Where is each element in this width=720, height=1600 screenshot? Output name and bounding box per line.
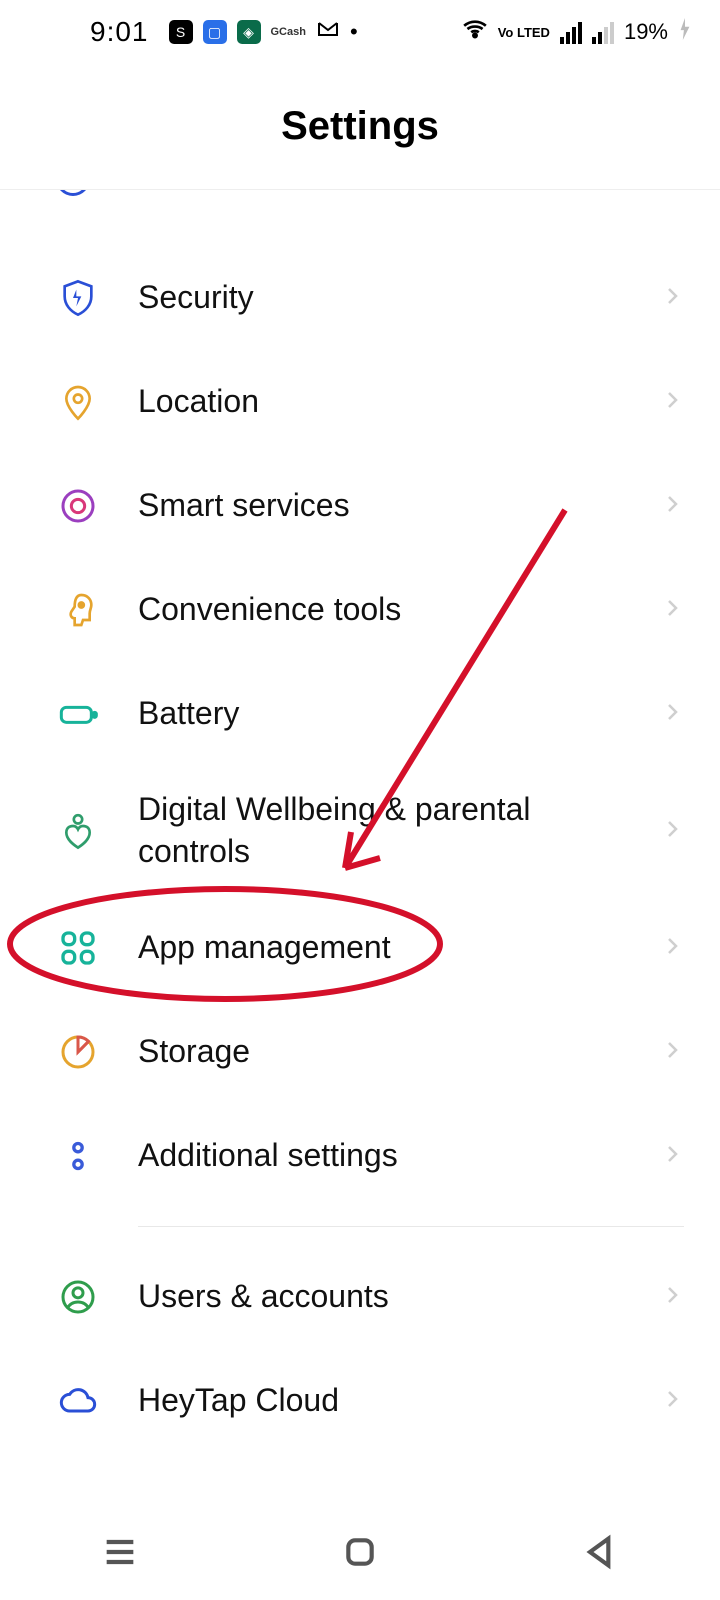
cloud-icon xyxy=(56,1379,100,1423)
status-bar: 9:01 S ▢ ◈ GCash • Vo LTED 19% xyxy=(0,0,720,64)
page-title: Settings xyxy=(281,104,439,149)
user-icon xyxy=(56,1275,100,1319)
shield-icon xyxy=(56,276,100,320)
settings-item-label: Storage xyxy=(138,1031,660,1073)
settings-item-label: Location xyxy=(138,381,660,423)
settings-item-label: Smart services xyxy=(138,485,660,527)
signal-bars-2 xyxy=(592,20,614,44)
nav-bar xyxy=(0,1508,720,1600)
settings-item-additional-settings[interactable]: Additional settings xyxy=(0,1104,720,1208)
charging-icon xyxy=(678,18,692,46)
signal-bars-1 xyxy=(560,20,582,44)
settings-item-label: Users & accounts xyxy=(138,1276,660,1318)
chevron-right-icon xyxy=(660,1142,684,1171)
app-icon-gcash: GCash xyxy=(271,26,306,38)
chevron-right-icon xyxy=(660,596,684,625)
status-right: Vo LTED 19% xyxy=(462,16,692,48)
settings-item-convenience-tools[interactable]: Convenience tools xyxy=(0,558,720,662)
wellbeing-icon xyxy=(56,809,100,853)
settings-list: Security Location Smart services Conveni… xyxy=(0,246,720,1453)
status-left: 9:01 S ▢ ◈ GCash • xyxy=(90,16,358,48)
battery-icon xyxy=(56,692,100,736)
settings-item-label: Digital Wellbeing & parental controls xyxy=(138,789,660,872)
chevron-right-icon xyxy=(660,388,684,417)
settings-item-battery[interactable]: Battery xyxy=(0,662,720,766)
app-icon-blue: ▢ xyxy=(203,20,227,44)
target-icon xyxy=(56,484,100,528)
chevron-right-icon xyxy=(660,1387,684,1416)
settings-item-smart-services[interactable]: Smart services xyxy=(0,454,720,558)
settings-item-label: Security xyxy=(138,277,660,319)
title-bar: Settings xyxy=(0,64,720,190)
pin-icon xyxy=(56,380,100,424)
app-icon-gmail xyxy=(316,17,340,48)
apps-icon xyxy=(56,926,100,970)
nav-back-button[interactable] xyxy=(580,1532,620,1577)
settings-item-heytap-cloud[interactable]: HeyTap Cloud xyxy=(0,1349,720,1453)
chevron-right-icon xyxy=(660,1038,684,1067)
settings-item-security[interactable]: Security xyxy=(0,246,720,350)
chevron-right-icon xyxy=(660,934,684,963)
chevron-right-icon xyxy=(660,492,684,521)
chevron-right-icon xyxy=(660,1283,684,1312)
status-clock: 9:01 xyxy=(90,16,149,48)
dots-icon xyxy=(56,1134,100,1178)
settings-item-app-management[interactable]: App management xyxy=(0,896,720,1000)
head-icon xyxy=(56,588,100,632)
cutoff-row xyxy=(0,190,720,202)
settings-item-label: Additional settings xyxy=(138,1135,660,1177)
settings-item-label: Convenience tools xyxy=(138,589,660,631)
settings-item-users-accounts[interactable]: Users & accounts xyxy=(0,1245,720,1349)
chevron-right-icon xyxy=(660,284,684,313)
volte-icon: Vo LTED xyxy=(498,26,550,39)
settings-item-label: HeyTap Cloud xyxy=(138,1380,660,1422)
nav-home-button[interactable] xyxy=(340,1532,380,1577)
app-icon-shopping: S xyxy=(169,20,193,44)
nav-recent-button[interactable] xyxy=(100,1532,140,1577)
chevron-right-icon xyxy=(660,700,684,729)
settings-item-label: App management xyxy=(138,927,660,969)
battery-percent: 19% xyxy=(624,19,668,45)
app-icon-green: ◈ xyxy=(237,20,261,44)
status-more-dot: • xyxy=(350,19,358,45)
settings-item-label: Battery xyxy=(138,693,660,735)
section-divider xyxy=(138,1226,684,1227)
wifi-icon xyxy=(462,16,488,48)
pie-icon xyxy=(56,1030,100,1074)
settings-item-digital-wellbeing[interactable]: Digital Wellbeing & parental controls xyxy=(0,766,720,896)
chevron-right-icon xyxy=(660,817,684,846)
settings-item-storage[interactable]: Storage xyxy=(0,1000,720,1104)
settings-item-location[interactable]: Location xyxy=(0,350,720,454)
